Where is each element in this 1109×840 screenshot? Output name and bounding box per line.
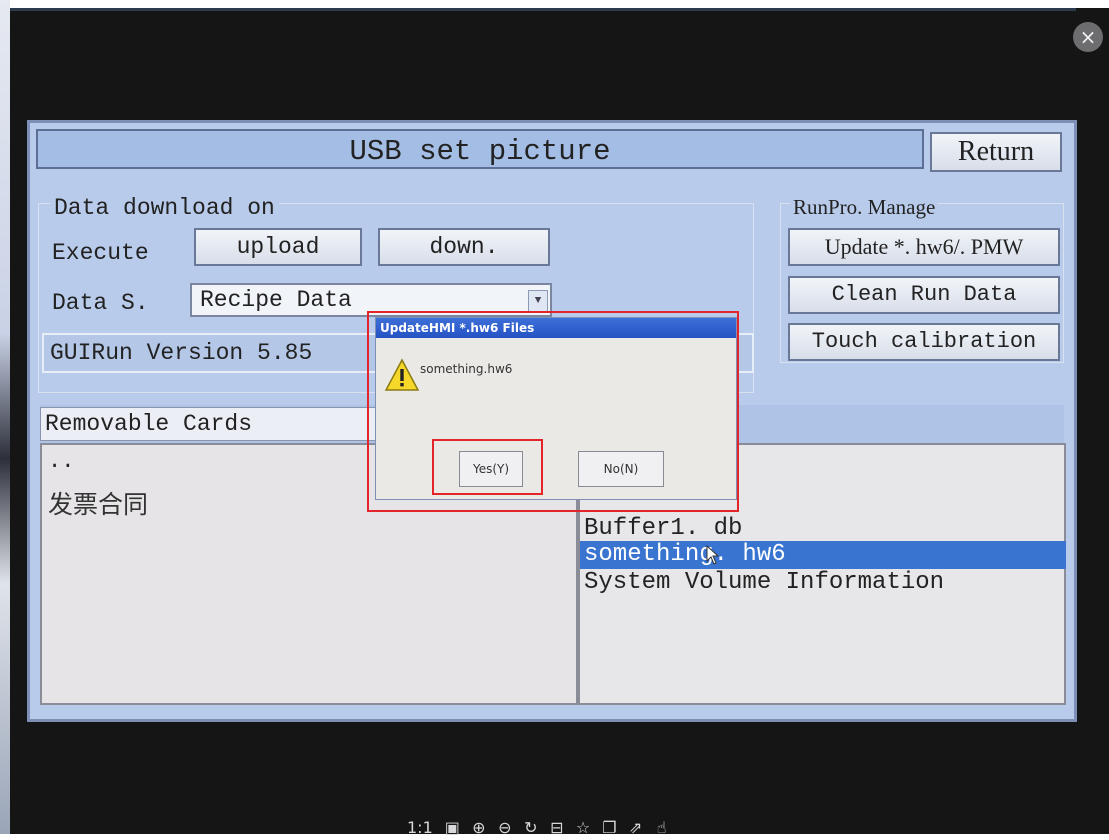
down-button[interactable]: down. — [378, 228, 550, 266]
touch-calibration-button[interactable]: Touch calibration — [788, 323, 1060, 361]
mouse-cursor-icon — [706, 545, 720, 565]
data-download-label: Data download on — [50, 195, 279, 221]
clean-run-data-button[interactable]: Clean Run Data — [788, 276, 1060, 314]
removable-cards-field[interactable]: Removable Cards — [40, 407, 410, 441]
viewer-toolbar: 1:1 ▣ ⊕ ⊖ ↻ ⊟ ☆ ❐ ⇗ ☝ — [407, 814, 669, 840]
file-item-selected[interactable]: something. hw6 — [580, 541, 1066, 569]
page-title: USB set picture — [349, 135, 611, 168]
title-bar: USB set picture — [36, 129, 924, 169]
runpro-manage-label: RunPro. Manage — [790, 195, 939, 220]
left-background-strip — [0, 0, 10, 834]
file-item[interactable]: Buffer1. db — [580, 515, 1066, 543]
update-hw6-button[interactable]: Update *. hw6/. PMW — [788, 228, 1060, 266]
upload-button[interactable]: upload — [194, 228, 362, 266]
data-source-label: Data S. — [52, 290, 149, 316]
yes-highlight-box — [432, 439, 543, 495]
return-button[interactable]: Return — [930, 132, 1062, 172]
chevron-down-icon[interactable]: ▼ — [528, 290, 548, 312]
execute-label: Execute — [52, 240, 149, 266]
folder-item[interactable]: 发票合同 — [48, 485, 148, 521]
parent-directory-item[interactable]: .. — [48, 451, 74, 473]
close-button[interactable]: × — [1073, 22, 1103, 52]
file-item[interactable]: System Volume Information — [580, 569, 1066, 597]
dialog-highlight-box — [367, 311, 739, 512]
viewer-top-line — [10, 8, 1076, 11]
data-source-value: Recipe Data — [200, 287, 352, 313]
